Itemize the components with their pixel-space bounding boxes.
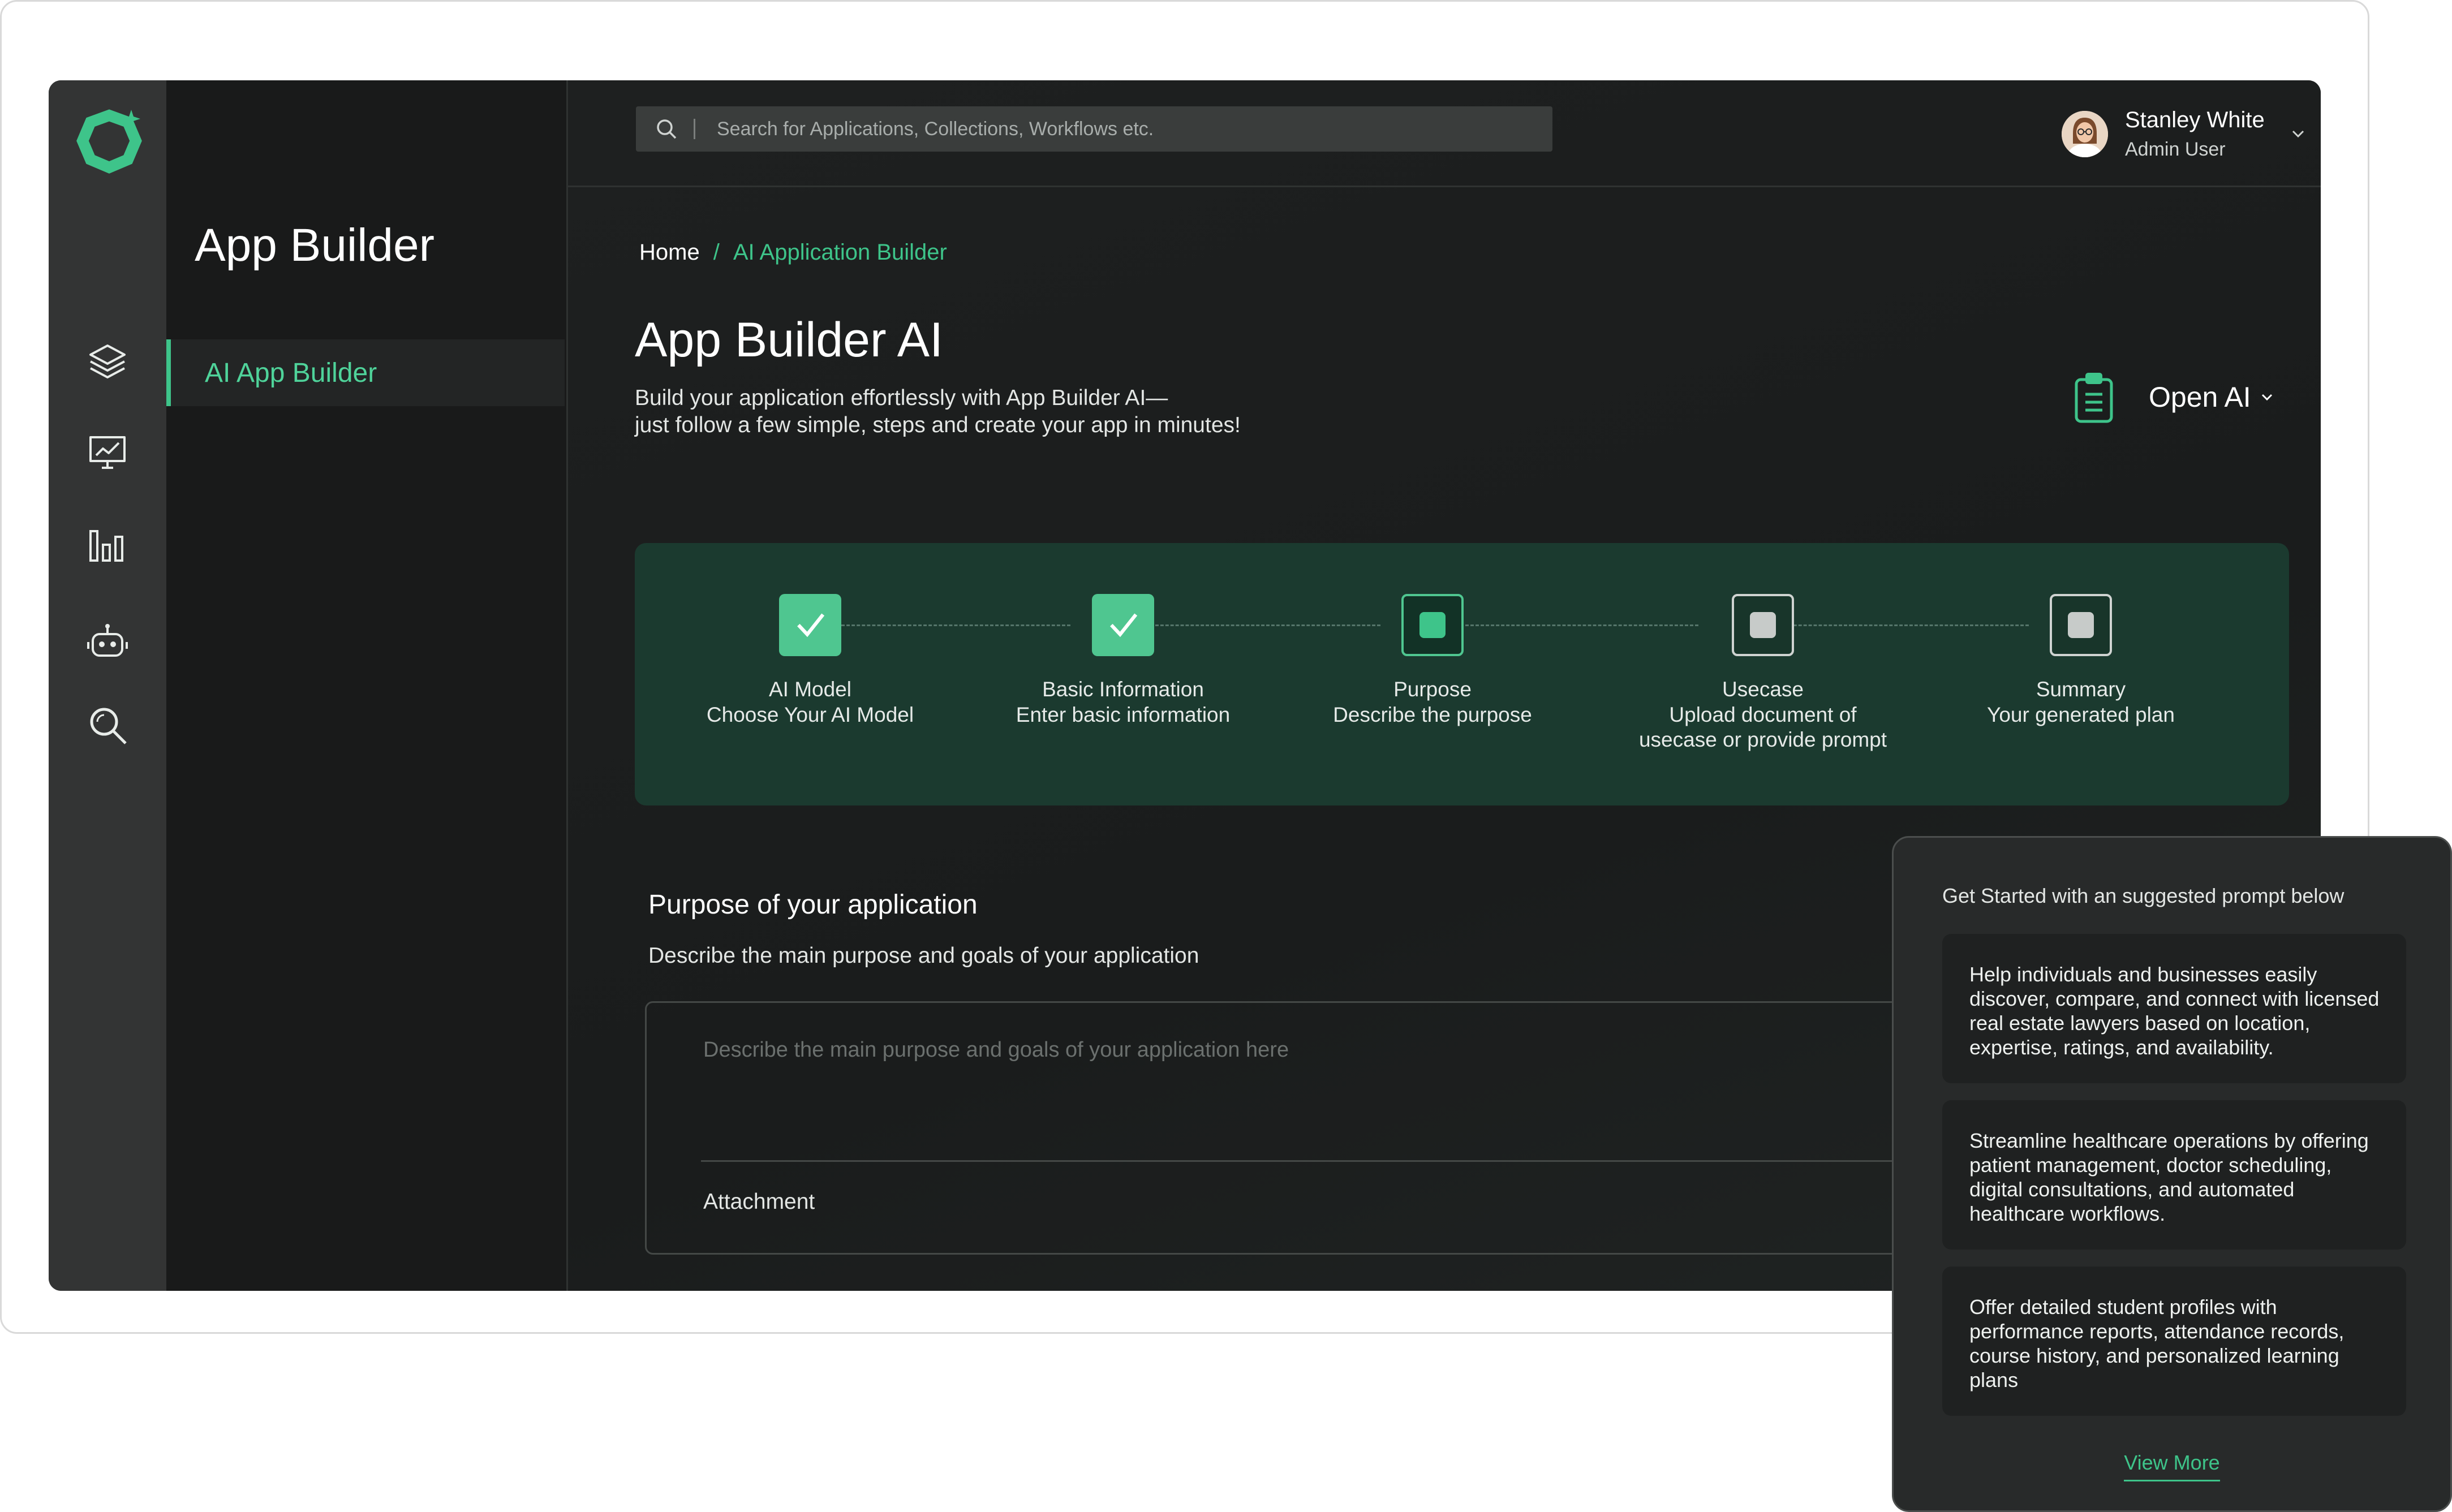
step-status-pending[interactable] <box>2050 594 2112 656</box>
pending-dot <box>1750 612 1776 638</box>
page-title: App Builder AI <box>635 313 944 367</box>
step-purpose: Purpose Describe the purpose <box>1285 594 1580 727</box>
sidebar: App Builder AI App Builder <box>166 80 568 1291</box>
step-title: Purpose <box>1393 678 1472 701</box>
avatar <box>2062 111 2108 157</box>
pending-dot <box>2068 612 2094 638</box>
model-selector[interactable]: Open AI <box>2071 369 2275 425</box>
step-subtitle: Enter basic information <box>1016 703 1231 726</box>
model-selected-label: Open AI <box>2149 381 2251 413</box>
check-icon <box>797 613 825 637</box>
attachment-button[interactable]: Attachment <box>703 1190 815 1214</box>
step-subtitle: Your generated plan <box>1987 703 2175 726</box>
step-usecase: Usecase Upload document of usecase or pr… <box>1616 594 1910 752</box>
page-description: Build your application effortlessly with… <box>635 385 1314 439</box>
sidebar-title: App Builder <box>195 219 435 271</box>
bar-chart-icon[interactable] <box>84 521 131 568</box>
step-title: Basic Information <box>1042 678 1204 701</box>
chevron-down-icon <box>2261 394 2272 401</box>
suggestions-panel: Get Started with an suggested prompt bel… <box>1892 836 2452 1512</box>
monitor-chart-icon[interactable] <box>84 429 131 477</box>
step-subtitle-line-2: usecase or provide prompt <box>1638 728 1887 751</box>
step-ai-model: AI Model Choose Your AI Model <box>663 594 957 727</box>
check-icon <box>1110 613 1138 637</box>
view-more-label: View More <box>2124 1451 2220 1481</box>
search-bar[interactable] <box>636 106 1552 152</box>
breadcrumb-separator: / <box>713 240 720 265</box>
step-status-pending[interactable] <box>1732 594 1794 656</box>
page-description-line-1: Build your application effortlessly with… <box>635 386 1168 410</box>
step-summary: Summary Your generated plan <box>1934 594 2228 727</box>
step-subtitle: Describe the purpose <box>1333 703 1532 726</box>
step-basic-information: Basic Information Enter basic informatio… <box>976 594 1270 727</box>
step-title: Summary <box>2036 678 2126 701</box>
progress-stepper: AI Model Choose Your AI Model Basic Info… <box>635 543 2289 805</box>
step-subtitle: Choose Your AI Model <box>706 703 914 726</box>
step-title: Usecase <box>1722 678 1804 701</box>
section-title: Purpose of your application <box>648 890 978 920</box>
step-status-active[interactable] <box>1401 594 1464 656</box>
search-separator <box>694 119 695 139</box>
search-input[interactable] <box>716 117 1510 141</box>
layers-icon[interactable] <box>84 338 131 385</box>
robot-icon[interactable] <box>84 618 131 666</box>
step-subtitle-line-1: Upload document of <box>1669 703 1857 726</box>
breadcrumb-current[interactable]: AI Application Builder <box>733 240 947 265</box>
purpose-textarea[interactable] <box>702 1037 2006 1107</box>
user-name: Stanley White <box>2125 107 2265 132</box>
user-role: Admin User <box>2125 139 2226 160</box>
section-description: Describe the main purpose and goals of y… <box>648 944 1199 968</box>
user-menu[interactable]: Stanley White Admin User <box>2062 103 2308 165</box>
top-bar: Stanley White Admin User <box>568 80 2321 187</box>
page-description-line-2: just follow a few simple, steps and crea… <box>635 413 1241 437</box>
active-dot <box>1419 612 1446 638</box>
divider <box>701 1160 2092 1162</box>
sidebar-item-ai-app-builder[interactable]: AI App Builder <box>166 339 565 406</box>
breadcrumb-home[interactable]: Home <box>639 240 700 265</box>
suggestions-heading: Get Started with an suggested prompt bel… <box>1942 884 2345 907</box>
step-title: AI Model <box>768 678 851 701</box>
step-status-done[interactable] <box>1092 594 1154 656</box>
chevron-down-icon[interactable] <box>2288 124 2308 144</box>
user-info: Stanley White Admin User <box>2125 107 2265 161</box>
suggested-prompt-card[interactable]: Help individuals and businesses easily d… <box>1942 934 2406 1083</box>
search-icon[interactable] <box>84 701 131 749</box>
step-status-done[interactable] <box>779 594 841 656</box>
breadcrumb: Home / AI Application Builder <box>639 240 947 265</box>
suggested-prompt-card[interactable]: Streamline healthcare operations by offe… <box>1942 1100 2406 1250</box>
purpose-input-box: Attachment <box>645 1001 2093 1255</box>
clipboard-icon <box>2075 373 2113 423</box>
step-subtitle: Upload document of usecase or provide pr… <box>1616 703 1910 752</box>
view-more-link[interactable]: View More <box>1894 1451 2450 1481</box>
app-logo[interactable] <box>72 105 146 179</box>
icon-rail <box>49 80 166 1291</box>
suggested-prompt-card[interactable]: Offer detailed student profiles with per… <box>1942 1267 2406 1416</box>
search-icon <box>657 119 677 139</box>
